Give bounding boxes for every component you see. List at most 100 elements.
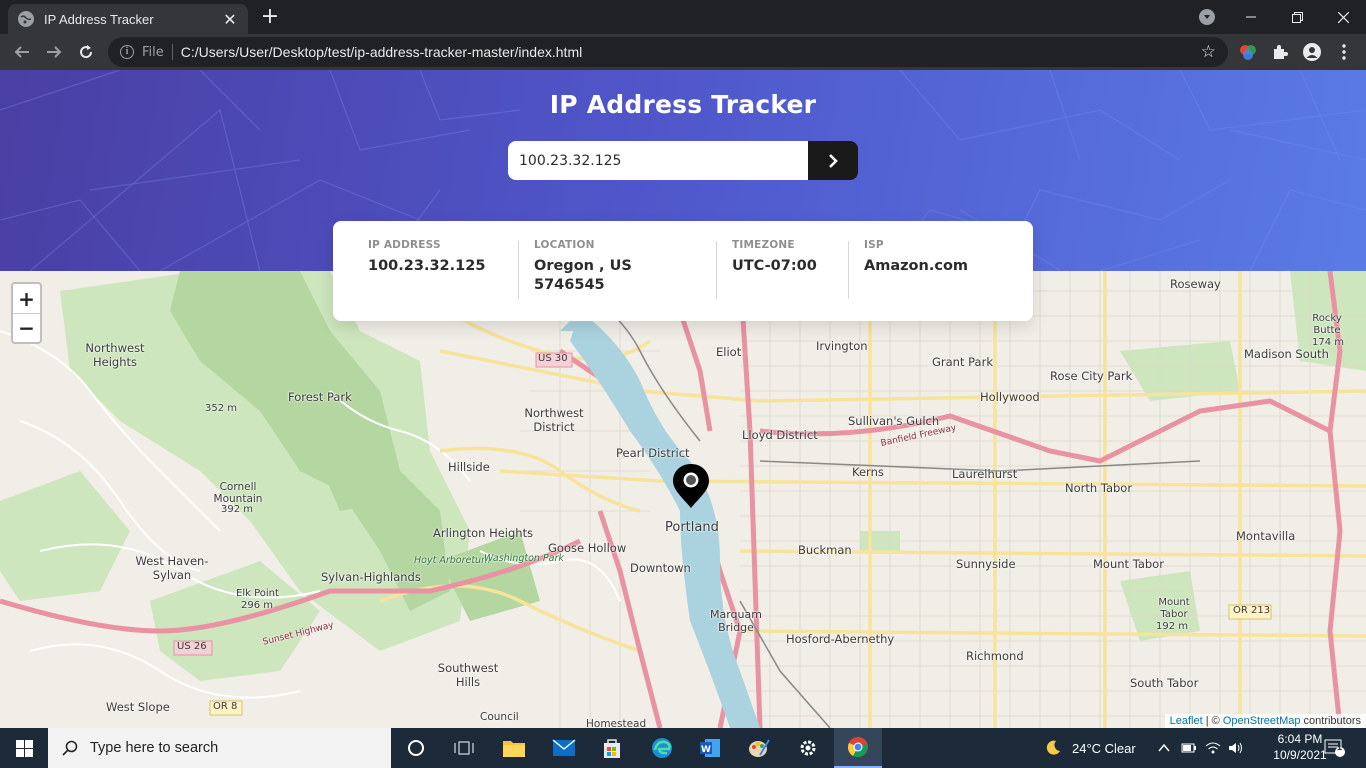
chrome-icon[interactable] — [834, 728, 882, 768]
minimize-icon[interactable] — [1228, 0, 1274, 34]
clock-date: 10/9/2021 — [1273, 748, 1327, 762]
map-label: Elk Point — [236, 588, 279, 599]
map-label: Rocky Butte — [1312, 313, 1342, 336]
bookmark-star-icon[interactable]: ☆ — [1201, 42, 1216, 62]
mail-icon[interactable] — [540, 728, 588, 768]
map-zoom-control: + − — [11, 282, 42, 344]
info-label: TIMEZONE — [732, 239, 795, 251]
ip-search-input[interactable] — [508, 141, 808, 180]
chevron-right-icon — [829, 153, 838, 168]
map-label: North Tabor — [1065, 481, 1133, 495]
map-attribution: Leaflet | © OpenStreetMap contributors — [1164, 714, 1366, 728]
url-scheme-label: File — [142, 44, 164, 60]
page-viewport: IP Address Tracker IP ADDRESS 100.23.32.… — [0, 70, 1366, 728]
battery-icon[interactable] — [1181, 728, 1197, 768]
map-label: Northwest District — [524, 406, 584, 434]
taskbar-clock[interactable]: 6:04 PM 10/9/2021 — [1270, 731, 1330, 763]
edge-icon[interactable] — [638, 728, 686, 768]
map-label: Cornell Mountain — [213, 481, 263, 505]
openstreetmap-link[interactable]: OpenStreetMap — [1223, 715, 1301, 727]
info-icon: i — [120, 45, 134, 59]
map-label: Sullivan's Gulch — [848, 414, 940, 428]
browser-tab[interactable]: IP Address Tracker ✕ — [8, 4, 248, 34]
taskbar-search-box[interactable]: Type here to search — [48, 728, 391, 768]
map-label: Roseway — [1170, 277, 1221, 291]
map-label: Council — [480, 711, 519, 723]
attribution-suffix: contributors — [1300, 715, 1361, 727]
browser-toolbar: i File C:/Users/User/Desktop/test/ip-add… — [0, 34, 1366, 70]
extensions-puzzle-icon[interactable] — [1270, 42, 1290, 62]
tab-search-icon[interactable] — [1199, 9, 1215, 25]
map-label: Richmond — [966, 649, 1024, 663]
info-timezone: TIMEZONE UTC-07:00 — [717, 239, 849, 321]
map-label: Eliot — [716, 345, 742, 359]
highway-shield-or8: OR 8 — [213, 701, 238, 712]
wifi-icon[interactable] — [1205, 728, 1221, 768]
map-label: Downtown — [630, 561, 691, 575]
zoom-out-button[interactable]: − — [13, 313, 40, 342]
page-title: IP Address Tracker — [549, 90, 817, 119]
clock-time: 6:04 PM — [1277, 732, 1323, 746]
globe-icon — [18, 11, 34, 27]
map-label: 392 m — [221, 504, 254, 515]
ip-info-card: IP ADDRESS 100.23.32.125 LOCATION Oregon… — [333, 221, 1033, 321]
address-bar[interactable]: i File C:/Users/User/Desktop/test/ip-add… — [108, 37, 1228, 67]
map-label: Rose City Park — [1050, 369, 1133, 383]
word-icon[interactable]: W — [686, 728, 734, 768]
restore-icon[interactable] — [1274, 0, 1320, 34]
url-text[interactable]: C:/Users/User/Desktop/test/ip-address-tr… — [181, 44, 582, 60]
weather-widget[interactable]: 24°C Clear — [1044, 728, 1136, 768]
map-label: Marquam Bridge — [710, 608, 762, 634]
map-label: Laurelhurst — [952, 467, 1018, 481]
search-icon — [62, 740, 78, 756]
store-icon[interactable] — [588, 728, 636, 768]
tab-title: IP Address Tracker — [44, 11, 154, 27]
map-label: Arlington Heights — [433, 526, 534, 540]
search-submit-button[interactable] — [808, 141, 858, 180]
map-label: Southwest Hills — [437, 661, 499, 689]
taskbar-search-placeholder: Type here to search — [90, 740, 219, 756]
notifications-icon[interactable]: 1 — [1324, 728, 1346, 768]
moon-icon — [1046, 740, 1060, 755]
map-label: Irvington — [816, 339, 868, 353]
svg-text:W: W — [701, 745, 711, 755]
leaflet-link[interactable]: Leaflet — [1170, 715, 1203, 727]
cortana-icon[interactable] — [392, 728, 440, 768]
address-divider — [171, 44, 173, 60]
map-label: Hoyt Arboretum — [414, 555, 491, 566]
map-label: Lloyd District — [742, 428, 818, 442]
weather-text: 24°C Clear — [1072, 740, 1136, 756]
show-hidden-icons[interactable] — [1158, 728, 1170, 768]
volume-icon[interactable] — [1228, 728, 1244, 768]
close-window-icon[interactable] — [1320, 0, 1366, 34]
color-extension-icon[interactable] — [1238, 42, 1258, 62]
map-label: Pearl District — [616, 446, 690, 460]
file-explorer-icon[interactable] — [490, 728, 538, 768]
windows-start-button[interactable] — [0, 728, 48, 768]
browser-menu-icon[interactable] — [1334, 42, 1354, 62]
highway-shield-or213: OR 213 — [1233, 605, 1271, 616]
map-label: Homestead — [586, 718, 647, 728]
map-label: Portland — [665, 520, 719, 535]
map-label: Montavilla — [1236, 529, 1296, 543]
map-label: Grant Park — [932, 355, 993, 369]
back-icon[interactable] — [8, 38, 36, 66]
tab-close-icon[interactable]: ✕ — [222, 10, 238, 29]
location-marker-icon[interactable] — [671, 462, 711, 510]
profile-icon[interactable] — [1302, 42, 1322, 62]
site-info[interactable]: i File — [120, 45, 164, 60]
info-value: Oregon , US 5746545 — [534, 258, 632, 293]
forward-icon[interactable] — [40, 38, 68, 66]
paint-icon[interactable] — [735, 728, 783, 768]
zoom-in-button[interactable]: + — [13, 284, 40, 313]
map-label: Hollywood — [980, 390, 1040, 404]
task-view-icon[interactable] — [440, 728, 488, 768]
new-tab-button[interactable]: + — [258, 6, 282, 30]
reload-icon[interactable] — [72, 38, 100, 66]
settings-gear-icon[interactable] — [784, 728, 832, 768]
map-container[interactable]: Roseway Northwest Heights Forest Park 35… — [0, 271, 1366, 728]
map-label: Forest Park — [288, 390, 352, 404]
map-label: Mount Tabor — [1158, 597, 1190, 620]
info-isp: ISP Amazon.com — [849, 239, 999, 321]
info-label: ISP — [864, 239, 884, 251]
